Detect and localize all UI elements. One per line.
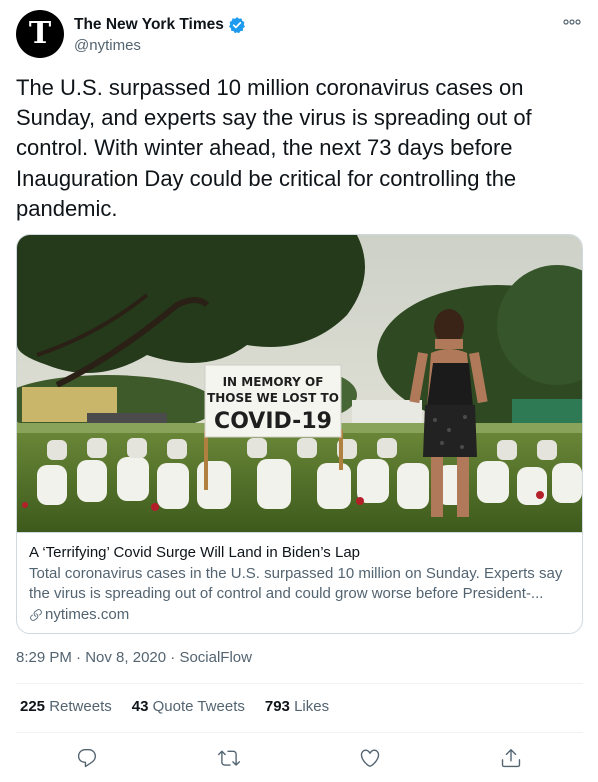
retweets-stat[interactable]: 225 Retweets — [20, 698, 112, 715]
display-name[interactable]: The New York Times — [74, 16, 224, 34]
tweet-date[interactable]: Nov 8, 2020 — [85, 649, 166, 666]
like-icon[interactable] — [359, 747, 381, 769]
sign-line-3: COVID-19 — [214, 409, 332, 434]
card-domain[interactable]: nytimes.com — [45, 605, 129, 625]
sign-line-2: THOSE WE LOST TO — [207, 391, 339, 405]
tweet-header: T The New York Times @nytimes — [16, 10, 582, 60]
sign-line-1: IN MEMORY OF — [223, 375, 324, 389]
avatar[interactable]: T — [16, 10, 64, 58]
action-bar — [0, 740, 598, 780]
likes-stat[interactable]: 793 Likes — [265, 698, 329, 715]
tweet-text: The U.S. surpassed 10 million coronaviru… — [16, 75, 532, 221]
more-icon[interactable] — [562, 14, 582, 30]
card-image[interactable]: IN MEMORY OF THOSE WE LOST TO COVID-19 — [17, 235, 582, 532]
handle[interactable]: @nytimes — [74, 37, 246, 54]
meta-separator: · — [170, 649, 176, 666]
retweets-label: Retweets — [49, 698, 112, 715]
tweet-meta: 8:29 PM · Nov 8, 2020 · SocialFlow — [16, 649, 252, 666]
divider — [16, 683, 583, 684]
verified-badge-icon — [228, 17, 245, 34]
retweet-icon[interactable] — [218, 747, 240, 769]
likes-label: Likes — [294, 698, 330, 715]
link-card[interactable]: IN MEMORY OF THOSE WE LOST TO COVID-19 A… — [16, 234, 583, 634]
meta-separator: · — [76, 649, 82, 666]
reply-icon[interactable] — [76, 747, 98, 769]
card-domain-row: nytimes.com — [29, 605, 572, 625]
card-title[interactable]: A ‘Terrifying’ Covid Surge Will Land in … — [29, 543, 572, 563]
author-names: The New York Times @nytimes — [74, 14, 246, 54]
tweet-source[interactable]: SocialFlow — [179, 649, 252, 666]
tweet-time[interactable]: 8:29 PM — [16, 649, 72, 666]
card-body: A ‘Terrifying’ Covid Surge Will Land in … — [17, 532, 582, 633]
avatar-logo: T — [28, 16, 52, 51]
retweets-count: 225 — [20, 698, 46, 715]
likes-count: 793 — [264, 698, 290, 715]
quotes-count: 43 — [131, 698, 149, 715]
link-icon — [30, 609, 42, 621]
divider — [16, 732, 583, 733]
card-description: Total coronavirus cases in the U.S. surp… — [29, 565, 563, 602]
engagement-stats: 225 Retweets 43 Quote Tweets 793 Likes — [20, 698, 349, 715]
memorial-photo: IN MEMORY OF THOSE WE LOST TO COVID-19 — [17, 235, 582, 532]
quotes-label: Quote Tweets — [152, 698, 245, 715]
share-icon[interactable] — [500, 747, 522, 769]
quote-tweets-stat[interactable]: 43 Quote Tweets — [132, 698, 245, 715]
display-name-row: The New York Times — [74, 14, 246, 36]
